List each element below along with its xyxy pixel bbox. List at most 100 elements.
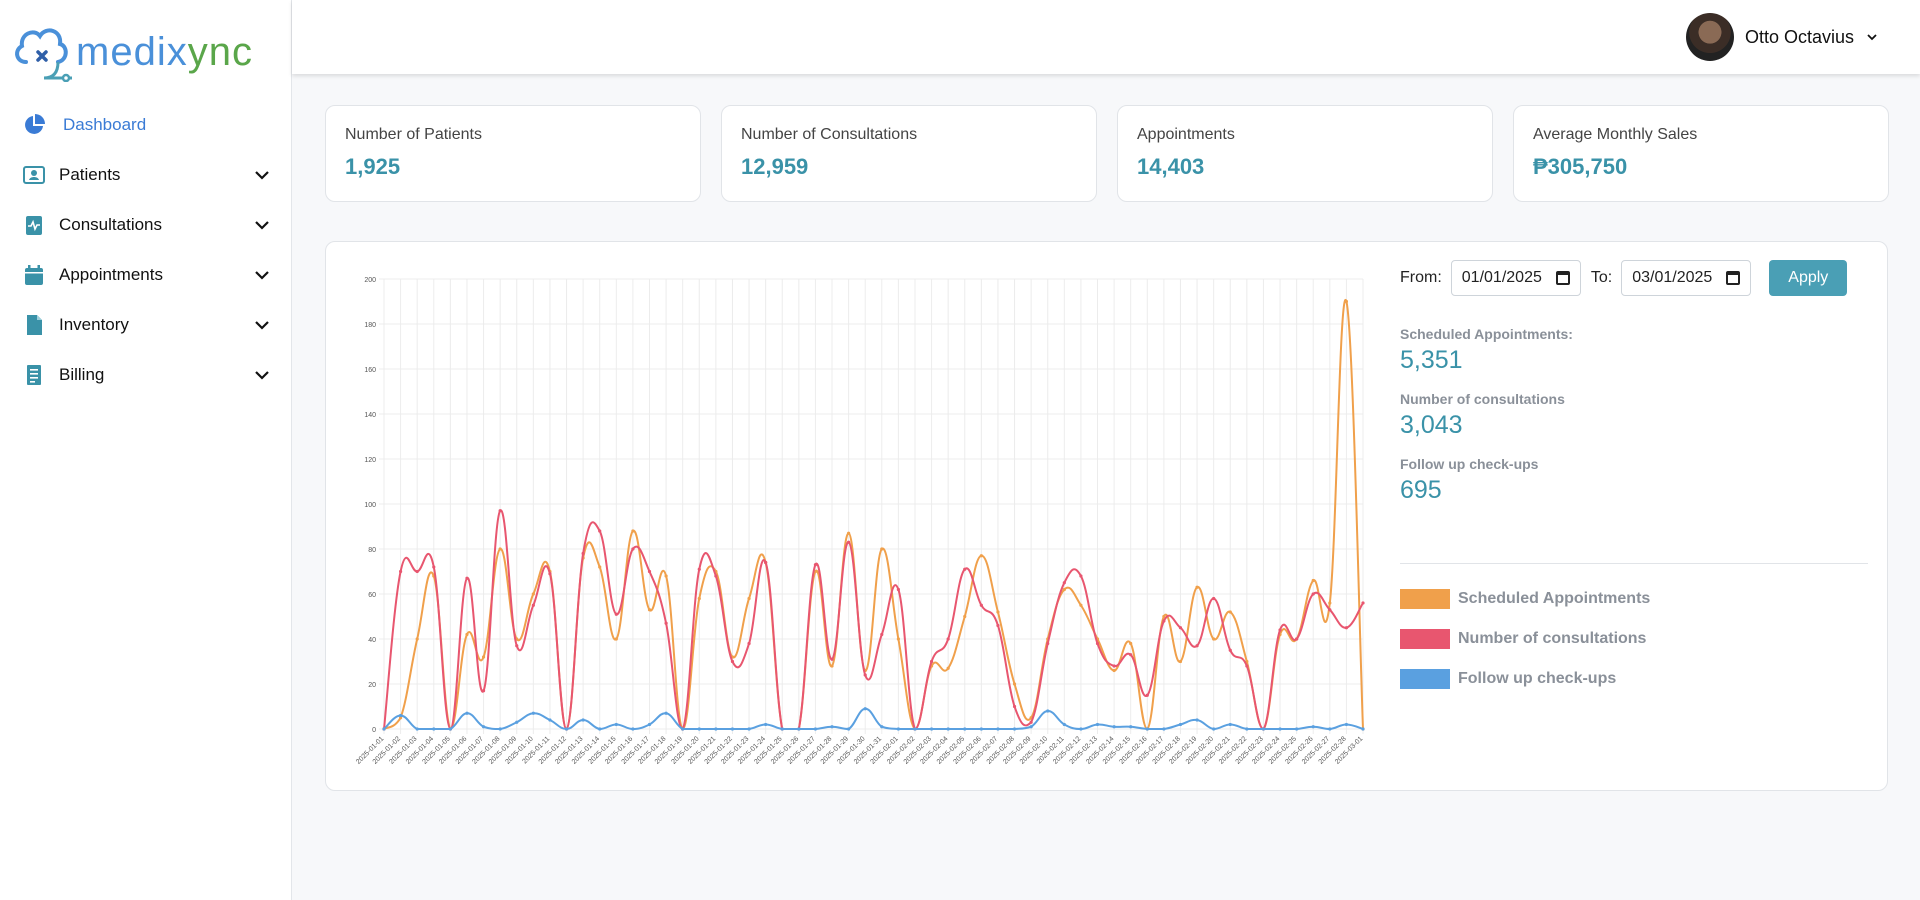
from-date-value: 01/01/2025 (1461, 269, 1542, 286)
legend-swatch (1400, 589, 1450, 609)
data-point (1062, 581, 1066, 585)
data-point (1012, 727, 1017, 731)
data-point (747, 727, 751, 731)
data-point (1212, 596, 1216, 601)
data-point (747, 596, 751, 601)
data-point (1245, 664, 1249, 668)
data-point (1328, 727, 1332, 731)
chevron-down-icon (255, 321, 269, 330)
y-tick-label: 160 (364, 367, 376, 374)
sidebar-item-label: Patients (59, 165, 121, 184)
data-point (664, 574, 668, 578)
sidebar-item-label: Consultations (59, 215, 163, 234)
sidebar-item-billing[interactable]: Billing (0, 350, 292, 400)
data-point (465, 576, 469, 580)
legend-label: Number of consultations (1458, 630, 1647, 647)
user-menu[interactable]: Otto Octavius (1685, 13, 1878, 61)
sidebar-item-inventory[interactable]: Inventory (0, 300, 292, 350)
sidebar-item-consultations[interactable]: Consultations (0, 200, 292, 250)
data-point (963, 614, 967, 619)
brand-name-prefix: medix (76, 29, 188, 74)
sidebar-item-label: Inventory (59, 315, 129, 334)
card-title: Average Monthly Sales (1533, 126, 1698, 143)
from-date-input[interactable]: 01/01/2025 (1450, 260, 1581, 296)
legend-item-scheduled[interactable]: Scheduled Appointments (1400, 579, 1650, 619)
stats-list: Scheduled Appointments: 5,351 Number of … (1400, 326, 1573, 521)
data-point (1228, 648, 1232, 652)
data-point (1278, 727, 1282, 731)
data-point (664, 711, 668, 715)
data-point (1212, 637, 1216, 641)
data-point (913, 727, 917, 731)
sidebar-item-appointments[interactable]: Appointments (0, 250, 292, 300)
to-date-input[interactable]: 03/01/2025 (1621, 260, 1752, 296)
y-tick-label: 60 (368, 592, 376, 599)
data-point (1112, 725, 1116, 729)
data-point (797, 727, 801, 731)
series-line-2 (383, 707, 1364, 731)
data-point (1095, 641, 1100, 646)
data-point (498, 547, 502, 551)
data-point (1112, 664, 1116, 668)
data-point (1361, 727, 1365, 731)
data-point (1178, 722, 1183, 727)
data-point (1261, 727, 1266, 731)
stat-label: Follow up check-ups (1400, 456, 1539, 472)
data-point (847, 540, 851, 544)
chevron-down-icon (255, 271, 269, 280)
to-label: To: (1590, 269, 1613, 286)
data-point (996, 610, 1000, 614)
data-point (647, 722, 652, 727)
receipt-icon (22, 363, 46, 387)
data-point (531, 592, 535, 596)
data-point (747, 641, 751, 646)
data-point (1295, 727, 1299, 731)
stat-scheduled: Scheduled Appointments: 5,351 (1400, 326, 1573, 375)
data-point (1079, 727, 1083, 731)
sidebar-item-patients[interactable]: Patients (0, 150, 292, 200)
brand-name-accent: ync (187, 29, 253, 74)
data-point (1129, 641, 1133, 646)
stat-label: Scheduled Appointments: (1400, 326, 1573, 342)
data-point (730, 659, 735, 664)
data-point (863, 673, 867, 677)
data-point (1328, 608, 1332, 612)
data-point (1328, 601, 1332, 605)
data-point (764, 560, 768, 565)
data-point (382, 727, 386, 731)
chevron-down-icon (255, 171, 269, 180)
legend-item-consultations[interactable]: Number of consultations (1400, 619, 1650, 659)
data-point (1162, 619, 1166, 623)
data-point (1245, 727, 1249, 731)
data-point (515, 644, 519, 648)
card-sales: Average Monthly Sales ₱305,750 (1513, 105, 1889, 202)
y-tick-label: 140 (364, 412, 376, 419)
chart-panel: 0 20 40 60 80 100 120 140 160 180 200 2025-01-01 202… (325, 241, 1888, 791)
chevron-down-icon (255, 221, 269, 230)
data-point (1012, 704, 1017, 709)
data-point (481, 725, 486, 729)
sidebar-item-label: Appointments (59, 265, 163, 284)
data-point (1162, 727, 1166, 731)
data-point (929, 659, 934, 664)
data-point (880, 632, 884, 637)
brand-logo[interactable]: medixync (12, 20, 253, 84)
data-point (1095, 722, 1100, 727)
data-point (1178, 626, 1183, 630)
calendar-icon[interactable] (1555, 271, 1570, 285)
calendar-icon[interactable] (1726, 271, 1741, 285)
card-consultations: Number of Consultations 12,959 (721, 105, 1097, 202)
data-point (647, 608, 652, 612)
legend-item-followup[interactable]: Follow up check-ups (1400, 659, 1650, 699)
data-point (581, 551, 585, 556)
apply-button[interactable]: Apply (1769, 260, 1848, 296)
cloud-stethoscope-icon (15, 28, 72, 82)
from-label: From: (1400, 269, 1442, 286)
sidebar-item-dashboard[interactable]: Dashboard (0, 100, 292, 150)
summary-cards: Number of Patients 1,925 Number of Consu… (325, 105, 1889, 202)
data-point (697, 727, 701, 731)
data-point (1295, 637, 1299, 641)
data-point (1046, 641, 1050, 646)
data-point (564, 727, 569, 731)
data-point (863, 707, 867, 711)
